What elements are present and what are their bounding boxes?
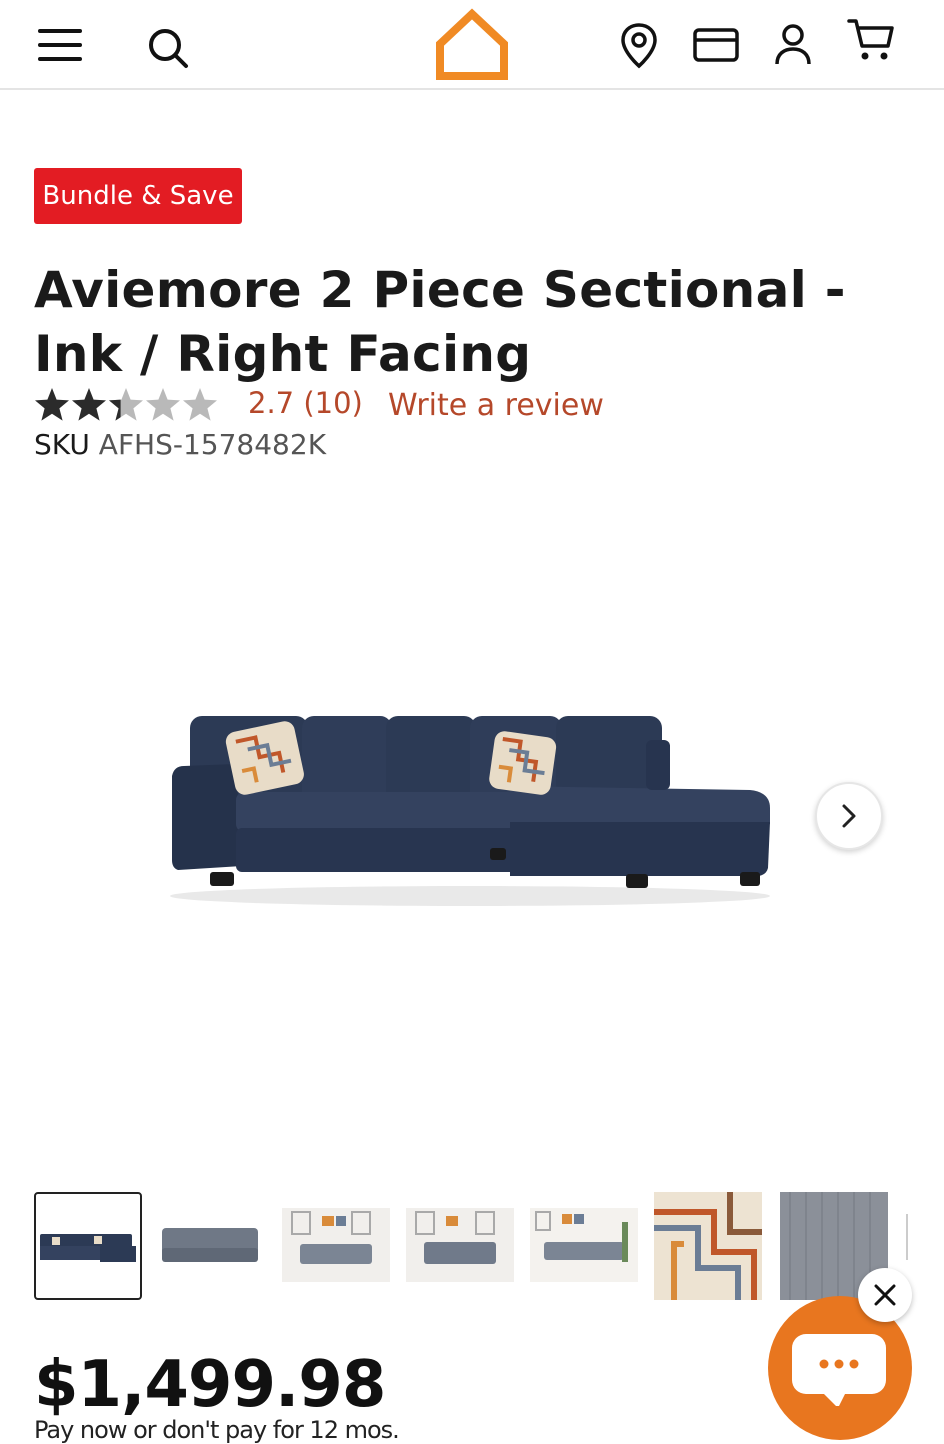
thumbnail[interactable] (34, 1192, 142, 1300)
write-review-link[interactable]: Write a review (388, 388, 604, 423)
sku-line: SKU AFHS-1578482K (34, 428, 326, 461)
thumbnail-strip (34, 1192, 944, 1302)
product-main-image[interactable] (150, 690, 790, 920)
thumbnail[interactable] (406, 1192, 514, 1300)
star-icon (109, 388, 143, 421)
sku-label: SKU (34, 428, 90, 461)
star-icon (72, 388, 106, 421)
star-rating[interactable] (34, 384, 218, 424)
sku-value: AFHS-1578482K (98, 428, 327, 461)
cart-icon[interactable] (846, 16, 896, 64)
star-icon (146, 388, 180, 421)
rating-row: 2.7 (10) Write a review (34, 384, 734, 428)
account-icon[interactable] (772, 22, 814, 68)
location-pin-icon[interactable] (618, 22, 660, 70)
chat-icon (792, 1334, 886, 1406)
thumbnail[interactable] (654, 1192, 762, 1300)
thumbnail-divider (906, 1214, 908, 1260)
product-price: $1,499.98 (34, 1348, 386, 1422)
close-icon (874, 1284, 896, 1306)
thumbnail[interactable] (158, 1192, 266, 1300)
rating-value: 2.7 (248, 386, 295, 420)
rating-summary[interactable]: 2.7 (10) (248, 386, 363, 420)
thumbnail[interactable] (530, 1192, 638, 1300)
home-logo[interactable] (434, 8, 510, 82)
next-image-button[interactable] (815, 782, 883, 850)
site-header (0, 0, 944, 90)
menu-icon[interactable] (36, 26, 84, 66)
review-count: (10) (303, 386, 363, 420)
bundle-save-badge: Bundle & Save (34, 168, 242, 224)
chat-close-button[interactable] (858, 1268, 912, 1322)
star-icon (183, 388, 217, 421)
thumbnail[interactable] (282, 1192, 390, 1300)
product-title: Aviemore 2 Piece Sectional - Ink / Right… (34, 261, 846, 383)
search-icon[interactable] (146, 26, 190, 70)
credit-card-icon[interactable] (692, 26, 740, 64)
chevron-right-icon (842, 804, 856, 828)
star-icon (35, 388, 69, 421)
